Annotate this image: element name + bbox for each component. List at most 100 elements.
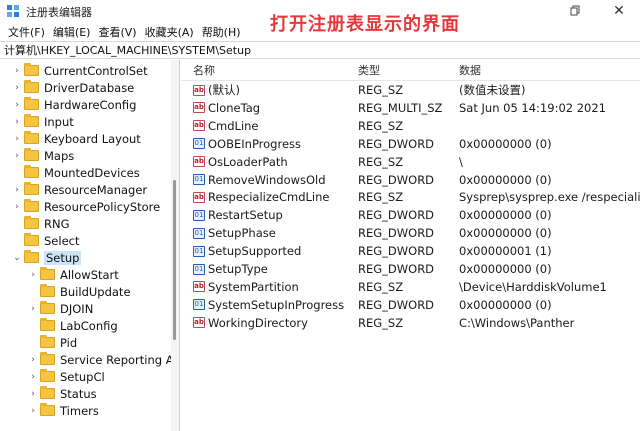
tree-item[interactable]: › Maps [12,147,74,164]
chevron-right-icon[interactable]: › [28,304,38,314]
address-path[interactable]: 计算机\HKEY_LOCAL_MACHINE\SYSTEM\Setup [4,42,251,58]
tree-item[interactable]: › Service Reporting API [28,351,180,368]
folder-icon [24,182,39,195]
value-name: SetupSupported [208,244,302,259]
value-row[interactable]: ab SystemPartition REG_SZ \Device\HarddiskV… [181,278,640,296]
folder-icon [24,80,39,93]
menu-edit[interactable]: 编辑(E) [49,24,95,40]
value-row[interactable]: ab CmdLine REG_SZ [181,117,640,135]
value-row[interactable]: 01 SystemSetupInProgress REG_DWORD 0x000000… [181,296,640,314]
chevron-right-icon[interactable]: › [12,134,22,144]
value-row[interactable]: 01 SetupSupported REG_DWORD 0x00000001 (1) [181,242,640,260]
folder-icon [40,335,55,348]
value-name: CmdLine [208,118,259,133]
tree-item-label: Maps [44,148,75,163]
column-header-data[interactable]: 数据 [459,60,481,80]
value-type: REG_SZ [358,315,404,330]
folder-icon [24,114,39,127]
tree-item[interactable]: › Input [12,113,74,130]
value-name-cell: ab SystemPartition [193,278,353,296]
tree-item-label: MountedDevices [44,165,140,180]
value-type: REG_SZ [358,190,404,205]
tree-item-label: DriverDatabase [44,80,135,95]
tree-item[interactable]: › DJOIN [28,300,93,317]
chevron-right-icon[interactable]: › [28,372,38,382]
tree-item[interactable]: › SetupCl [28,368,105,385]
chevron-right-icon[interactable]: › [12,151,22,161]
menu-file[interactable]: 文件(F) [4,24,49,40]
chevron-right-icon[interactable]: › [12,185,22,195]
tree-item-label: ResourceManager [44,182,148,197]
chevron-right-icon[interactable]: › [28,406,38,416]
value-data: 0x00000000 (0) [459,136,552,151]
value-row[interactable]: 01 SetupPhase REG_DWORD 0x00000000 (0) [181,224,640,242]
tree-item-label: HardwareConfig [44,97,137,112]
string-value-icon: ab [193,191,205,203]
value-row[interactable]: ab (默认) REG_SZ (数值未设置) [181,81,640,99]
menu-view[interactable]: 查看(V) [94,24,140,40]
value-type: REG_SZ [358,279,404,294]
chevron-right-icon[interactable]: › [12,66,22,76]
value-row[interactable]: ab CloneTag REG_MULTI_SZ Sat Jun 05 14:19:0… [181,99,640,117]
value-row[interactable]: ab OsLoaderPath REG_SZ \ [181,153,640,171]
column-header-type[interactable]: 类型 [358,60,380,80]
value-row[interactable]: ab RespecializeCmdLine REG_SZ Sysprep\syspr… [181,188,640,206]
value-name: RestartSetup [208,208,283,223]
tree-item[interactable]: › AllowStart [28,266,119,283]
tree-item-label: Service Reporting API [60,352,180,367]
tree-item[interactable]: Select [12,232,79,249]
tree-item[interactable]: Pid [28,334,77,351]
tree-item[interactable]: BuildUpdate [28,283,131,300]
tree-item[interactable]: › Timers [28,402,99,419]
chevron-right-icon[interactable]: › [12,117,22,127]
value-name-cell: ab RespecializeCmdLine [193,188,353,206]
tree-item-label: SetupCl [60,369,105,384]
menu-help[interactable]: 帮助(H) [198,24,245,40]
chevron-right-icon[interactable]: › [28,270,38,280]
folder-icon [24,233,39,246]
string-value-icon: ab [193,317,205,329]
chevron-right-icon[interactable]: › [28,355,38,365]
chevron-down-icon[interactable]: ⌄ [12,253,22,263]
chevron-right-icon[interactable]: › [12,100,22,110]
close-button[interactable]: ✕ [604,2,634,20]
string-value-icon: ab [193,120,205,132]
chevron-right-icon[interactable]: › [28,389,38,399]
tree-item[interactable]: › CurrentControlSet [12,62,148,79]
value-row[interactable]: 01 RemoveWindowsOld REG_DWORD 0x00000000 (0… [181,171,640,189]
tree-scrollbar-thumb[interactable] [173,180,176,340]
value-row[interactable]: 01 SetupType REG_DWORD 0x00000000 (0) [181,260,640,278]
string-value-icon: ab [193,156,205,168]
tree-item[interactable]: LabConfig [28,317,118,334]
column-header-name[interactable]: 名称 [193,60,215,80]
minimize-button[interactable] [560,2,590,20]
value-row[interactable]: 01 OOBEInProgress REG_DWORD 0x00000000 (0) [181,135,640,153]
address-bar[interactable]: 计算机\HKEY_LOCAL_MACHINE\SYSTEM\Setup [0,41,640,59]
folder-icon [40,267,55,280]
close-icon: ✕ [613,3,625,19]
tree-item-label: Setup [44,250,82,265]
tree-item[interactable]: ⌄ Setup [12,249,82,266]
value-row[interactable]: 01 RestartSetup REG_DWORD 0x00000000 (0) [181,206,640,224]
tree-item[interactable]: › ResourceManager [12,181,147,198]
tree-item[interactable]: RNG [12,215,70,232]
tree-item-label: AllowStart [60,267,119,282]
tree-item[interactable]: › HardwareConfig [12,96,136,113]
tree-item[interactable]: › DriverDatabase [12,79,134,96]
value-row[interactable]: ab WorkingDirectory REG_SZ C:\Windows\Panth… [181,314,640,332]
menu-favorites[interactable]: 收藏夹(A) [141,24,198,40]
tree-item[interactable]: › ResourcePolicyStore [12,198,160,215]
tree-item[interactable]: MountedDevices [12,164,140,181]
tree-scrollbar[interactable] [171,60,179,431]
value-name: WorkingDirectory [208,315,308,330]
binary-value-icon: 01 [193,227,205,239]
value-name-cell: 01 OOBEInProgress [193,135,353,153]
tree-item[interactable]: › Keyboard Layout [12,130,141,147]
chevron-right-icon[interactable]: › [12,202,22,212]
tree-item[interactable]: › Status [28,385,97,402]
value-name-cell: 01 SetupType [193,260,353,278]
key-tree-pane[interactable]: › CurrentControlSet › DriverDatabase › Hardwa… [0,60,180,431]
chevron-right-icon[interactable]: › [12,83,22,93]
values-list-pane[interactable]: 名称 类型 数据 ab (默认) REG_SZ (数值未设置) ab CloneTag RE… [181,60,640,431]
value-name-cell: ab WorkingDirectory [193,314,353,332]
